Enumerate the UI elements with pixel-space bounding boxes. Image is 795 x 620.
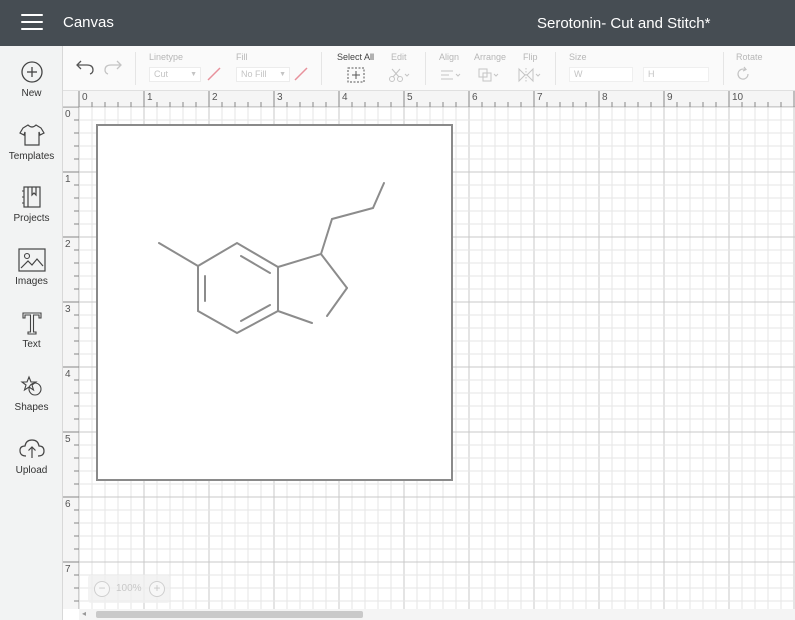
shapes-icon (19, 375, 42, 396)
zoom-level: 100% (116, 583, 142, 594)
fill-color-swatch-icon[interactable] (293, 66, 309, 82)
image-icon (17, 248, 46, 272)
zoom-in-button[interactable]: + (149, 581, 165, 597)
tshirt-icon (18, 124, 45, 146)
sidebar-item-new[interactable]: New (0, 60, 63, 118)
chevron-down-icon: ▼ (279, 71, 286, 78)
zoom-control: − 100% + (88, 575, 170, 603)
sidebar-item-label: Images (15, 276, 48, 287)
sidebar-item-templates[interactable]: Templates (0, 123, 63, 181)
hamburger-menu-icon[interactable] (21, 14, 43, 32)
plus-circle-icon (20, 61, 43, 83)
redo-icon[interactable] (103, 59, 123, 75)
linetype-label: Linetype (149, 52, 184, 62)
sidebar-item-label: Shapes (14, 402, 49, 413)
horizontal-scrollbar[interactable]: ◂ (79, 609, 795, 620)
sidebar-item-upload[interactable]: Upload (0, 437, 63, 495)
sidebar-item-images[interactable]: Images (0, 248, 63, 306)
flip-icon[interactable] (517, 67, 543, 83)
sidebar-item-label: New (21, 88, 42, 99)
cloud-upload-icon (18, 439, 45, 458)
align-icon[interactable] (439, 67, 463, 83)
arrange-label: Arrange (474, 52, 507, 62)
height-field-label: H (648, 69, 655, 79)
fill-value: No Fill (241, 69, 267, 79)
height-input[interactable]: H (643, 67, 709, 82)
app-title: Canvas (63, 14, 114, 31)
left-sidebar: New Templates Projects Images Text Shape… (0, 46, 63, 620)
width-input[interactable]: W (569, 67, 633, 82)
sidebar-item-label: Upload (15, 465, 48, 476)
sidebar-item-label: Templates (8, 151, 55, 162)
serotonin-molecule-drawing[interactable] (63, 91, 795, 593)
rotate-label: Rotate (736, 52, 763, 62)
scrollbar-thumb[interactable] (96, 611, 363, 618)
sidebar-item-label: Text (22, 339, 41, 350)
flip-label: Flip (523, 52, 538, 62)
sidebar-item-projects[interactable]: Projects (0, 185, 63, 243)
fill-select[interactable]: No Fill ▼ (236, 67, 290, 82)
linetype-color-swatch-icon[interactable] (206, 66, 222, 82)
linetype-select[interactable]: Cut ▼ (149, 67, 201, 82)
edit-label: Edit (391, 52, 407, 62)
design-canvas[interactable]: 0 1 2 3 4 5 6 7 8 9 10 01234567 − 100% + ◂ (63, 91, 795, 620)
fill-label: Fill (236, 52, 248, 62)
linetype-value: Cut (154, 69, 169, 79)
select-all-label: Select All (337, 52, 375, 62)
text-icon (21, 312, 42, 335)
sidebar-item-text[interactable]: Text (0, 311, 63, 369)
width-field-label: W (574, 69, 583, 79)
book-icon (21, 186, 41, 208)
size-label: Size (569, 52, 587, 62)
scissors-icon[interactable] (388, 67, 412, 83)
scroll-left-icon[interactable]: ◂ (82, 609, 86, 618)
sidebar-item-shapes[interactable]: Shapes (0, 374, 63, 432)
top-header: Canvas Serotonin- Cut and Stitch* (0, 0, 795, 46)
sidebar-item-label: Projects (13, 213, 50, 224)
rotate-icon[interactable] (735, 66, 751, 82)
chevron-down-icon: ▼ (190, 71, 197, 78)
align-label: Align (439, 52, 460, 62)
select-all-icon[interactable] (347, 67, 365, 83)
project-title[interactable]: Serotonin- Cut and Stitch* (537, 15, 710, 32)
zoom-out-button[interactable]: − (94, 581, 110, 597)
edit-toolbar: Linetype Cut ▼ Fill No Fill ▼ Select All… (63, 46, 795, 91)
arrange-icon[interactable] (477, 67, 501, 83)
undo-icon[interactable] (75, 59, 95, 75)
